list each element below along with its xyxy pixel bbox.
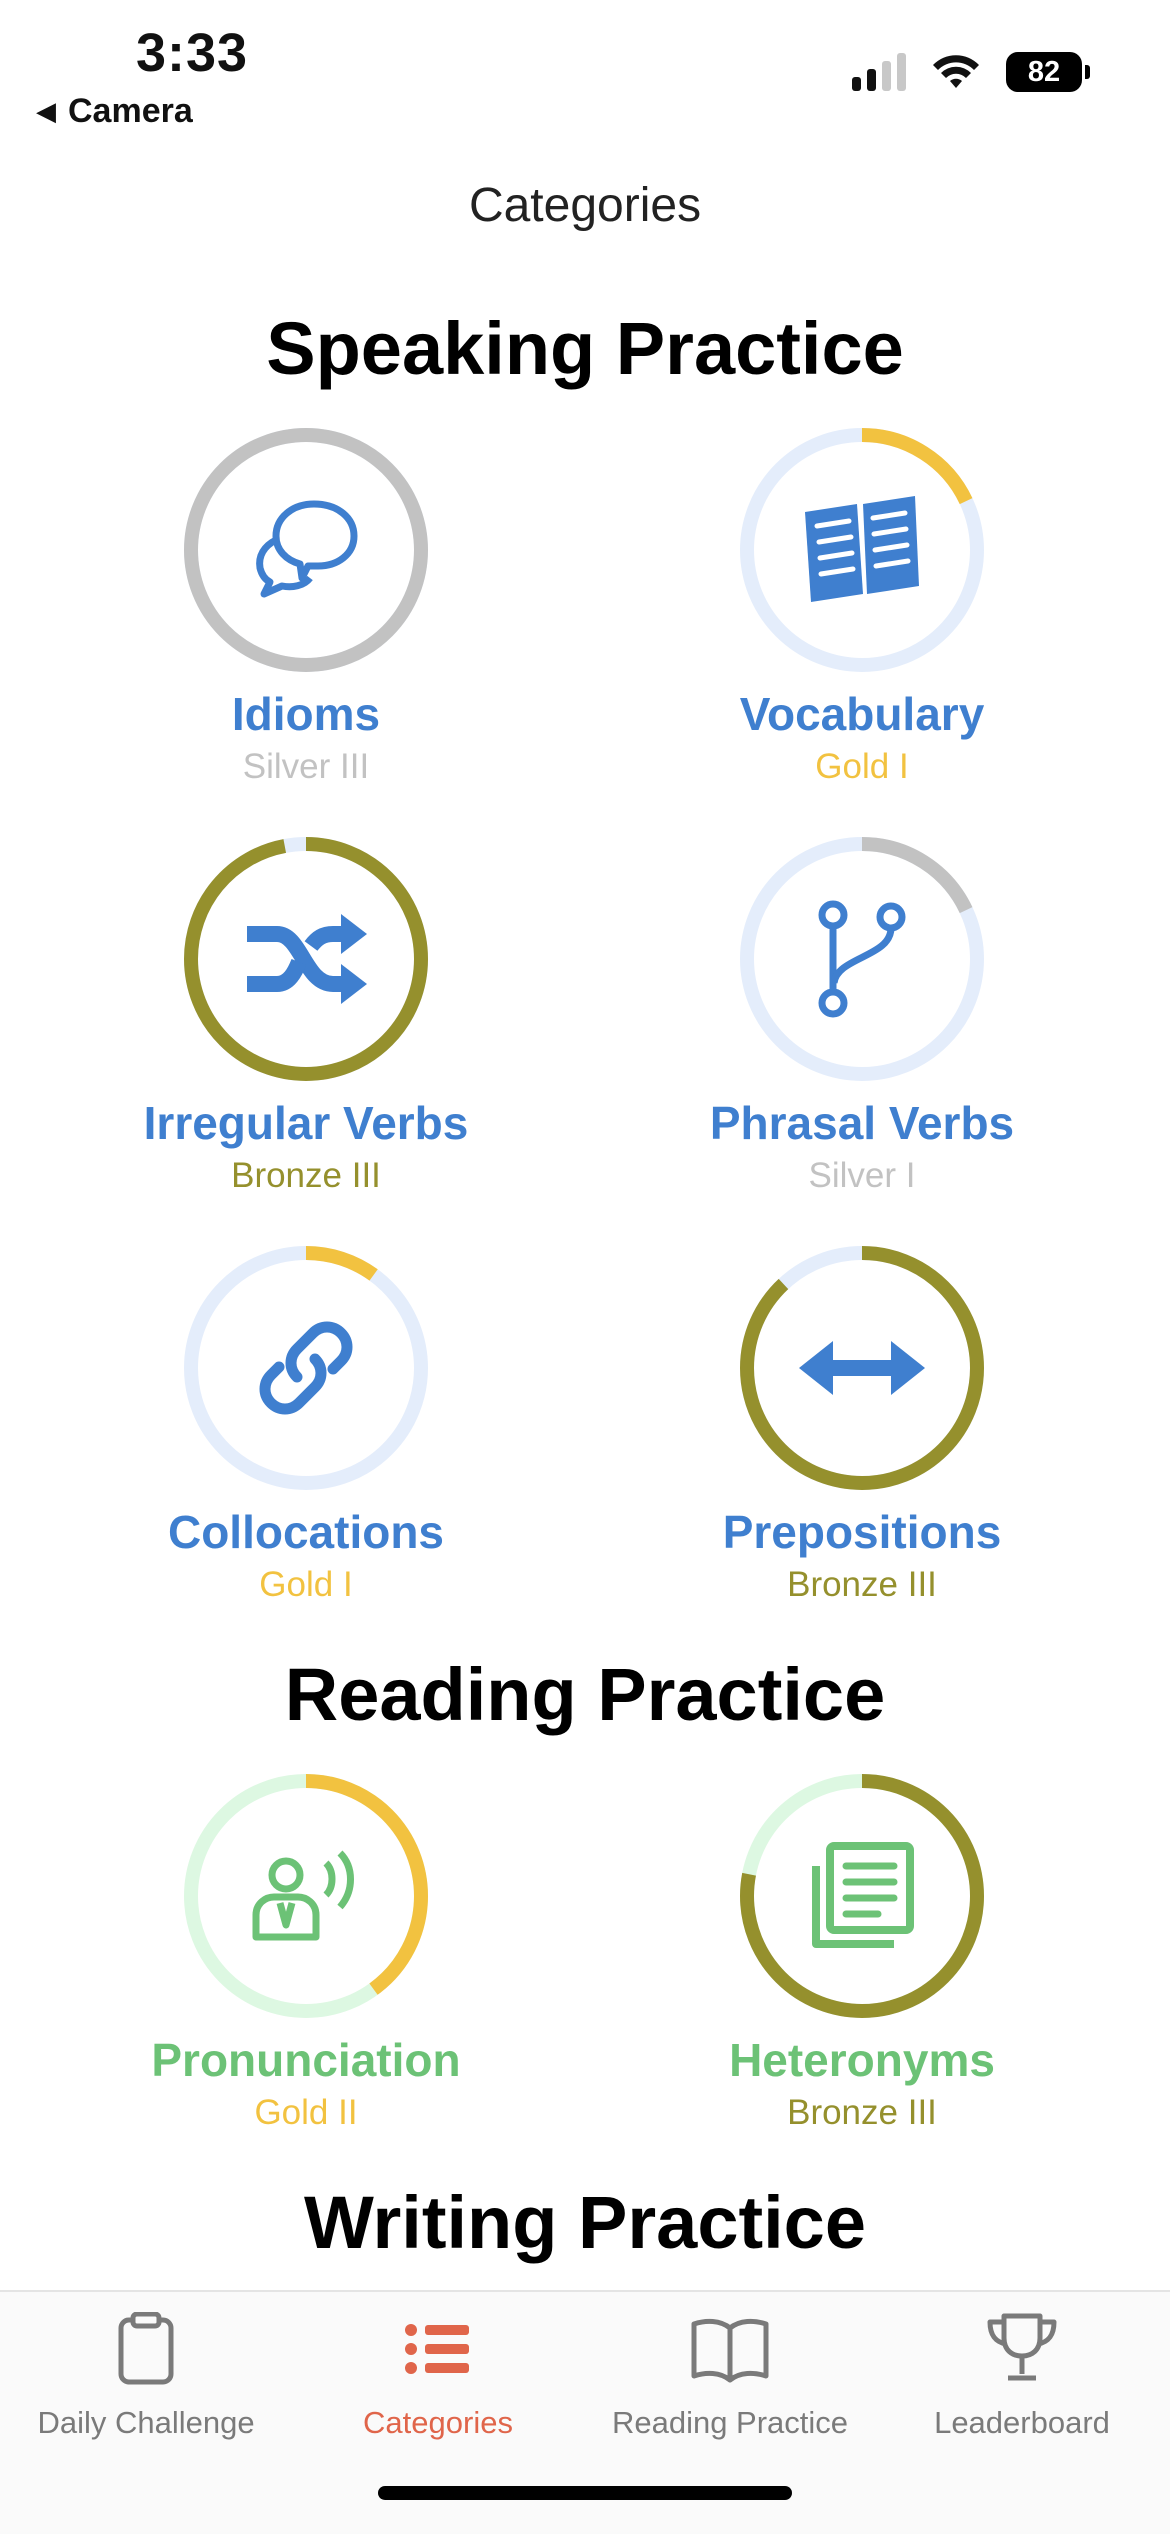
tab-label: Reading Practice (611, 2405, 849, 2440)
category-label: Idioms (231, 688, 381, 740)
category-phrasal-verbs[interactable]: Phrasal Verbs Silver I (582, 834, 1142, 1196)
category-rank: Gold II (254, 2093, 358, 2132)
trophy-icon (987, 2313, 1057, 2381)
progress-ring (737, 834, 987, 1084)
clipboard-icon (118, 2311, 174, 2385)
section-title-writing: Writing Practice (303, 2181, 866, 2264)
category-irregular-verbs[interactable]: Irregular Verbs Bronze III (26, 834, 586, 1196)
book-icon (691, 2318, 769, 2383)
status-time: 3:33 (136, 23, 249, 83)
category-label: Prepositions (722, 1506, 1002, 1558)
chat-bubbles-icon (256, 500, 358, 598)
category-heteronyms[interactable]: Heteronyms Bronze III (582, 1771, 1142, 2133)
category-prepositions[interactable]: Prepositions Bronze III (582, 1243, 1142, 1605)
tab-leaderboard[interactable]: Leaderboard (876, 2312, 1168, 2441)
section-title-reading: Reading Practice (284, 1653, 886, 1736)
branch-icon (818, 900, 906, 1018)
category-label: Collocations (167, 1506, 445, 1558)
progress-ring (737, 1771, 987, 2021)
tab-categories[interactable]: Categories (292, 2312, 584, 2441)
home-indicator (378, 2486, 792, 2500)
category-label: Irregular Verbs (143, 1097, 469, 1149)
progress-ring (181, 1243, 431, 1493)
page-title: Categories (468, 179, 702, 232)
back-triangle-icon: ◀ (36, 96, 56, 126)
newspaper-icon (812, 1842, 914, 1948)
wifi-icon (933, 55, 979, 88)
progress-ring (737, 425, 987, 675)
progress-ring (181, 834, 431, 1084)
tab-label: Daily Challenge (37, 2405, 255, 2440)
category-rank: Silver III (242, 747, 370, 786)
open-book-icon (805, 496, 919, 602)
category-rank: Gold I (815, 747, 909, 786)
status-indicators: 82 (852, 52, 1090, 92)
category-rank: Bronze III (231, 1156, 381, 1195)
link-icon (259, 1321, 353, 1415)
category-idioms[interactable]: Idioms Silver III (26, 425, 586, 787)
battery-level: 82 (1006, 52, 1082, 92)
tab-reading-practice[interactable]: Reading Practice (584, 2312, 876, 2441)
category-vocabulary[interactable]: Vocabulary Gold I (582, 425, 1142, 787)
category-pronunciation[interactable]: Pronunciation Gold II (26, 1771, 586, 2133)
tab-daily-challenge[interactable]: Daily Challenge (0, 2311, 292, 2441)
shuffle-icon (247, 914, 367, 1004)
category-rank: Bronze III (787, 2093, 937, 2132)
tab-label: Leaderboard (934, 2405, 1110, 2440)
progress-ring (737, 1243, 987, 1493)
tab-label: Categories (363, 2405, 513, 2440)
progress-ring (181, 1771, 431, 2021)
category-label: Phrasal Verbs (709, 1097, 1015, 1149)
category-label: Heteronyms (729, 2034, 995, 2086)
category-label: Vocabulary (739, 688, 985, 740)
section-title-speaking: Speaking Practice (266, 307, 904, 390)
list-icon (405, 2324, 469, 2374)
double-arrow-icon (799, 1341, 925, 1395)
category-rank: Bronze III (787, 1565, 937, 1604)
speaker-person-icon (252, 1850, 354, 1941)
cellular-signal-icon (852, 53, 906, 91)
category-rank: Silver I (808, 1156, 916, 1195)
category-rank: Gold I (259, 1565, 353, 1604)
category-collocations[interactable]: Collocations Gold I (26, 1243, 586, 1605)
battery-icon: 82 (1006, 52, 1090, 92)
back-to-camera[interactable]: ◀ Camera (36, 92, 193, 131)
category-label: Pronunciation (151, 2034, 461, 2086)
back-label: Camera (68, 92, 193, 130)
progress-ring (181, 425, 431, 675)
